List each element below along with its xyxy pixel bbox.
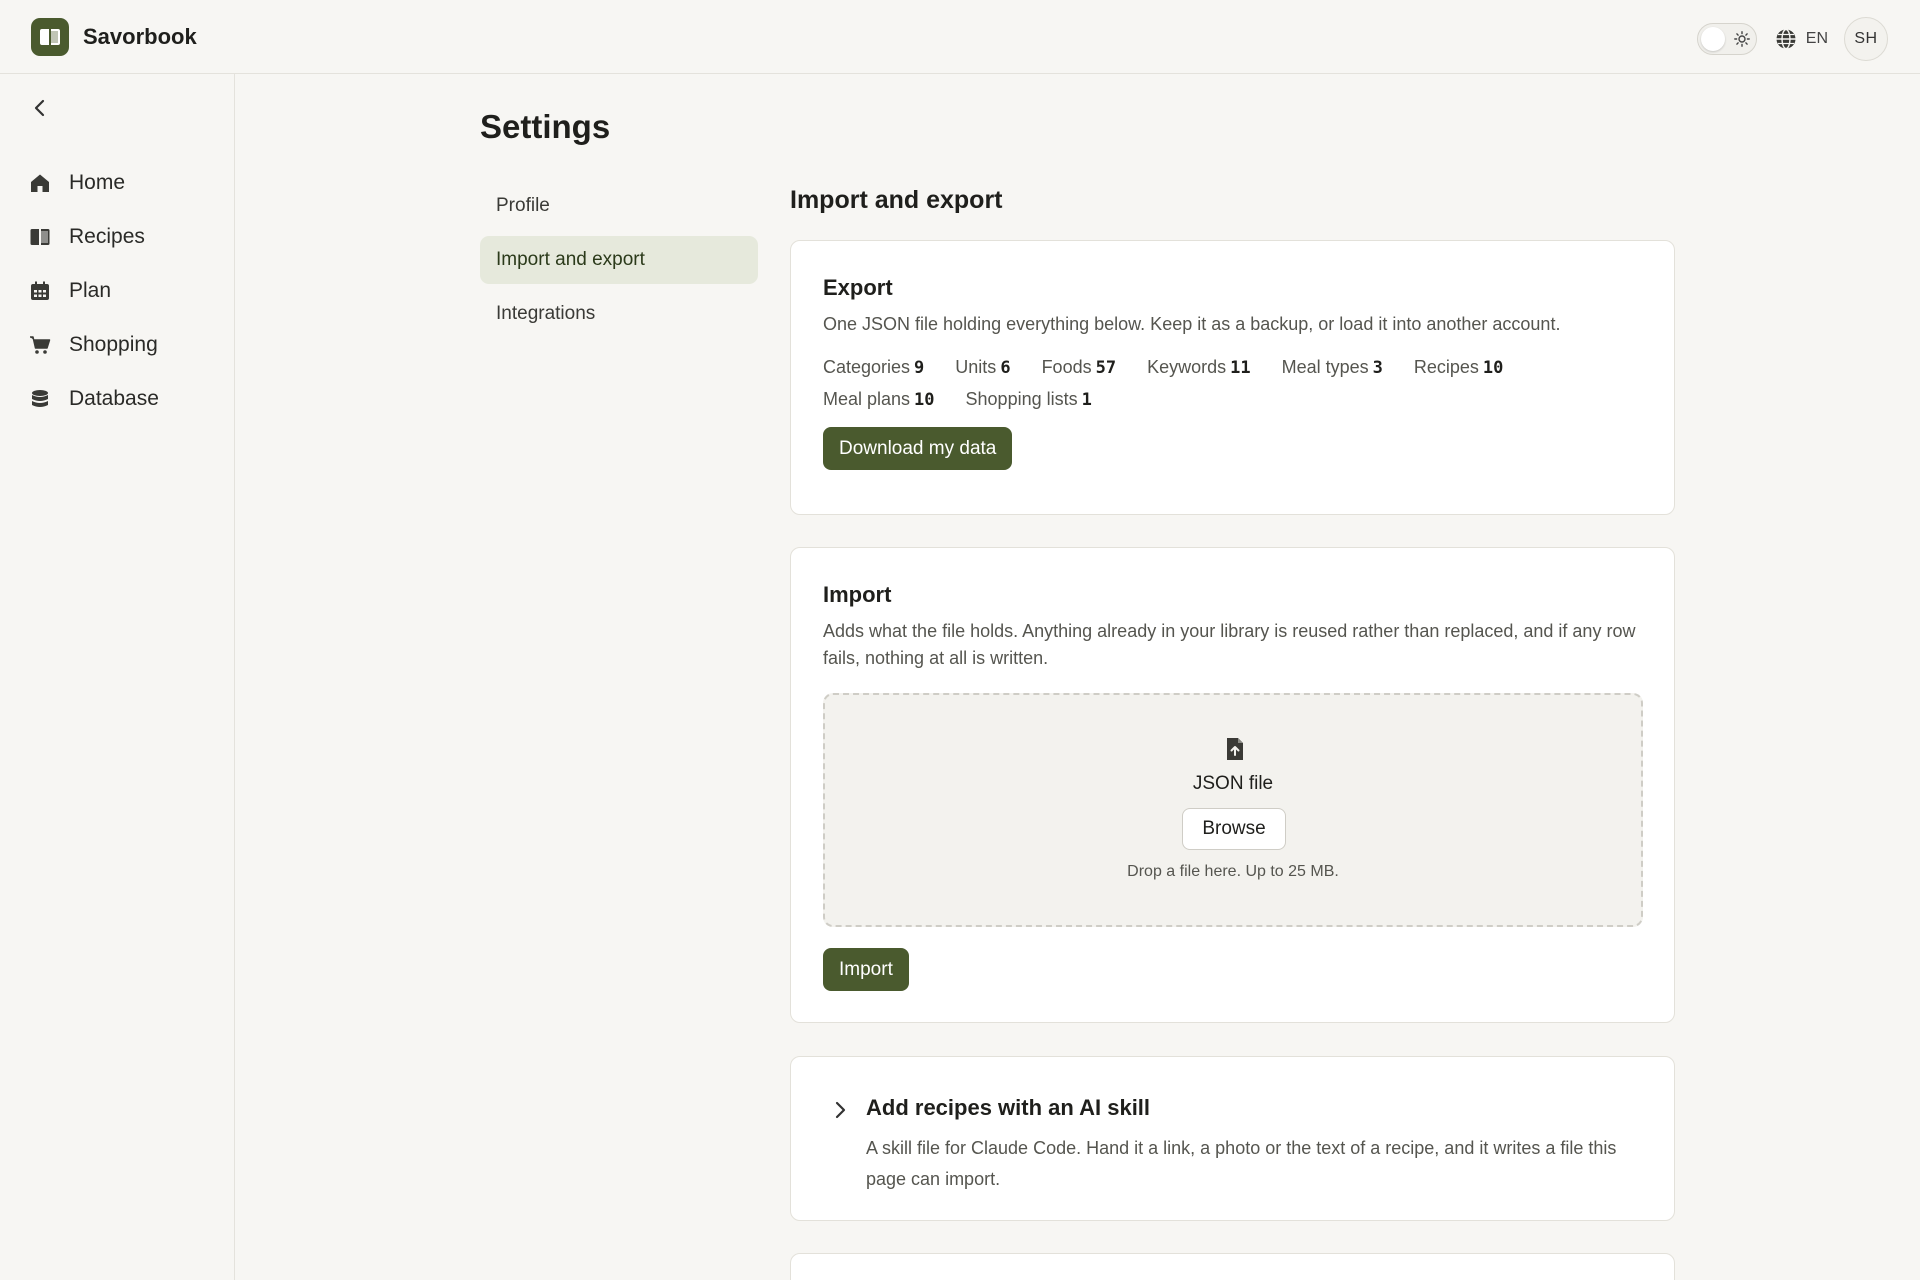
file-upload-icon: [1227, 738, 1243, 760]
theme-toggle[interactable]: [1696, 23, 1757, 55]
tab-import-export[interactable]: Import and export: [480, 236, 758, 284]
import-card: Import Adds what the file holds. Anythin…: [790, 547, 1675, 1023]
sidebar-item-home[interactable]: Home: [0, 156, 234, 210]
stat-shopping-lists: Shopping lists 1: [965, 389, 1092, 410]
chevron-right-icon[interactable]: [829, 1099, 851, 1121]
top-actions: EN SH: [1696, 17, 1888, 61]
download-button[interactable]: Download my data: [823, 427, 1013, 470]
export-stats: Categories 9 Units 6 Foods 57 Keywords 11 Me…: [823, 351, 1603, 415]
sidebar-item-label: Home: [69, 171, 126, 194]
browse-button[interactable]: Browse: [1182, 808, 1286, 850]
book-logo-icon: [31, 18, 69, 56]
stat-foods: Foods 57: [1041, 357, 1117, 378]
tab-integrations[interactable]: Integrations: [480, 290, 758, 338]
brand[interactable]: Savorbook: [31, 18, 197, 56]
stat-keywords: Keywords 11: [1147, 357, 1251, 378]
language-switcher[interactable]: EN: [1775, 28, 1828, 50]
export-card: Export One JSON file holding everything …: [790, 240, 1675, 515]
sidebar-item-label: Shopping: [69, 333, 158, 356]
book-icon: [29, 226, 51, 248]
sidebar: Home Recipes Plan Shopping Database: [0, 74, 235, 1280]
import-title: Import: [823, 582, 892, 607]
page-title: Settings: [480, 108, 611, 145]
globe-icon: [1776, 28, 1796, 50]
import-button[interactable]: Import: [823, 948, 909, 991]
dropzone-label: JSON file: [1192, 773, 1274, 794]
toggle-knob: [1700, 27, 1725, 51]
sidebar-item-shopping[interactable]: Shopping: [0, 318, 234, 372]
stat-recipes: Recipes 10: [1413, 357, 1504, 378]
top-bar: Savorbook EN SH: [0, 0, 1920, 74]
sidebar-item-label: Plan: [69, 279, 112, 302]
language-code: EN: [1805, 30, 1828, 47]
settings-nav: Profile Import and export Integrations: [480, 182, 758, 344]
cart-icon: [29, 334, 51, 356]
tab-profile[interactable]: Profile: [480, 182, 758, 230]
sidebar-item-label: Database: [69, 387, 159, 410]
stat-categories: Categories 9: [823, 357, 925, 378]
stat-meal-types: Meal types 3: [1281, 357, 1383, 378]
ai-skill-description: A skill file for Claude Code. Hand it a …: [866, 1138, 1617, 1189]
sun-icon: [1733, 31, 1750, 47]
ai-skill-title: Add recipes with an AI skill: [866, 1095, 1151, 1120]
stat-meal-plans: Meal plans 10: [823, 389, 935, 410]
sidebar-item-label: Recipes: [69, 225, 145, 248]
avatar[interactable]: SH: [1844, 17, 1888, 61]
sidebar-item-recipes[interactable]: Recipes: [0, 210, 234, 264]
file-dropzone[interactable]: JSON file Browse Drop a file here. Up to…: [823, 693, 1643, 927]
dropzone-hint: Drop a file here. Up to 25 MB.: [1127, 863, 1339, 880]
app-name: Savorbook: [83, 24, 197, 49]
import-description: Adds what the file holds. Anything alrea…: [823, 621, 1636, 668]
database-icon: [29, 388, 51, 410]
section-title: Import and export: [790, 186, 1003, 214]
chevron-left-icon[interactable]: [28, 96, 52, 120]
export-description: One JSON file holding everything below. …: [823, 314, 1561, 334]
sidebar-nav: Home Recipes Plan Shopping Database: [0, 156, 234, 426]
next-card: [790, 1253, 1675, 1280]
home-icon: [29, 172, 51, 194]
ai-skill-card[interactable]: Add recipes with an AI skill A skill fil…: [790, 1056, 1675, 1221]
sidebar-item-database[interactable]: Database: [0, 372, 234, 426]
export-title: Export: [823, 275, 893, 300]
sidebar-item-plan[interactable]: Plan: [0, 264, 234, 318]
calendar-icon: [29, 280, 51, 302]
stat-units: Units 6: [955, 357, 1011, 378]
